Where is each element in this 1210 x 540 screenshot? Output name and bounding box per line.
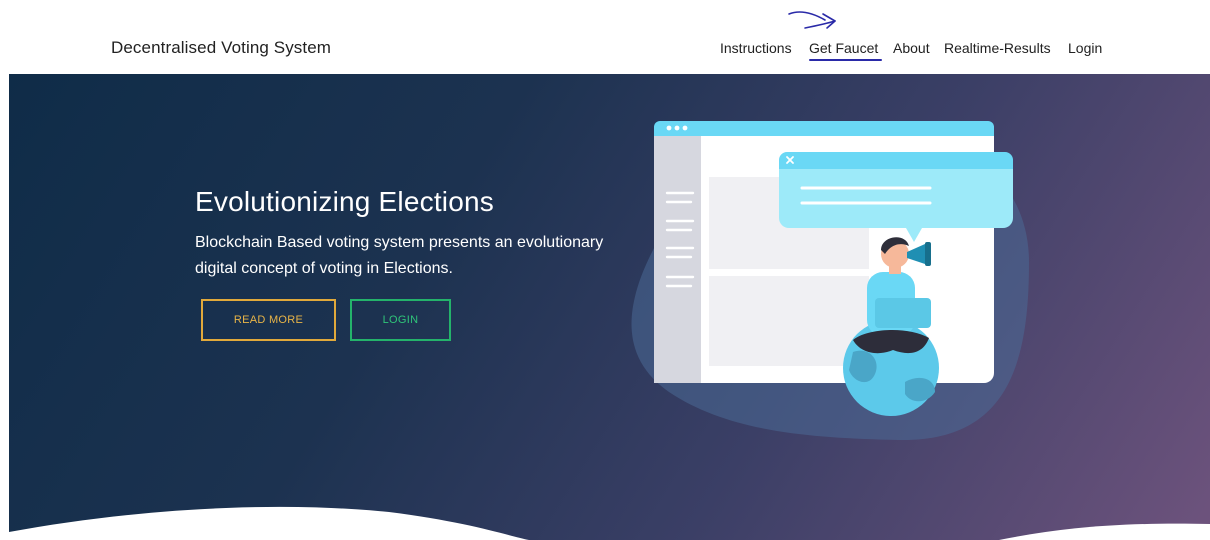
nav-instructions[interactable]: Instructions: [720, 40, 792, 56]
browser-sidebar: [654, 136, 701, 383]
bottom-wave: [9, 506, 1210, 540]
hero-title: Evolutionizing Elections: [195, 186, 494, 217]
hero-description: Blockchain Based voting system presents …: [195, 234, 604, 277]
content-panel-bottom: [709, 276, 869, 366]
read-more-button[interactable]: READ MORE: [201, 299, 336, 341]
hero-section: Evolutionizing Elections Blockchain Base…: [9, 74, 1210, 540]
login-button[interactable]: LOGIN: [350, 299, 451, 341]
window-dots-icon: [666, 125, 688, 131]
hero-illustration: [631, 121, 1029, 441]
nav-links: Instructions Get Faucet About Realtime-R…: [0, 40, 1210, 60]
nav-active-underline: [809, 59, 882, 61]
nav-realtime-results[interactable]: Realtime-Results: [944, 40, 1051, 56]
navbar: Decentralised Voting System Instructions…: [0, 0, 1210, 74]
nav-about[interactable]: About: [893, 40, 930, 56]
nav-get-faucet[interactable]: Get Faucet: [809, 40, 878, 56]
nav-login[interactable]: Login: [1068, 40, 1102, 56]
hand-drawn-arrow-icon: [788, 11, 836, 29]
